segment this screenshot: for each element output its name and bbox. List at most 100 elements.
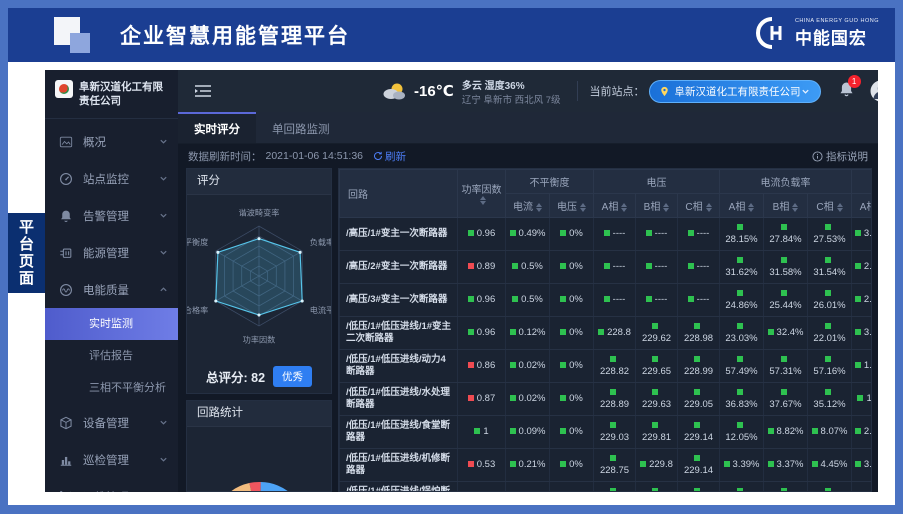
status-dot: [737, 389, 743, 395]
status-dot: [825, 224, 831, 230]
circuit-table-panel: 回路功率因数不平衡度电压电流负载率电流电压A相B相C相A相B相C相A相/高压/1…: [338, 168, 872, 492]
sort-icon[interactable]: [706, 203, 712, 212]
score-grade-badge[interactable]: 优秀: [273, 366, 312, 387]
col-header: 电流: [506, 194, 550, 218]
table-row[interactable]: /低压/1#低压进线/食堂断路器10.09%0%229.03229.81229.…: [340, 416, 873, 449]
status-dot: [855, 461, 861, 467]
col-header: C相: [808, 194, 852, 218]
dashboard: 阜新汉道化工有限责任公司 概况站点监控告警管理能源管理电能质量实时监测评估报告三…: [45, 70, 878, 492]
total-score: 总评分: 82: [206, 367, 265, 386]
sidebar-subitem[interactable]: 评估报告: [45, 340, 178, 372]
status-dot: [646, 230, 652, 236]
sort-icon[interactable]: [536, 203, 542, 212]
status-dot: [694, 488, 700, 492]
station-value: 阜新汉道化工有限责任公司: [675, 84, 801, 99]
status-dot: [781, 257, 787, 263]
sidebar-item-1[interactable]: 站点监控: [45, 160, 178, 197]
sort-icon[interactable]: [621, 203, 627, 212]
status-dot: [694, 323, 700, 329]
sort-icon[interactable]: [837, 203, 843, 212]
brand-name: 中能国宏: [795, 24, 879, 49]
refresh-time-label: 数据刷新时间：: [188, 149, 262, 164]
temperature: -16℃: [414, 82, 454, 100]
status-dot: [560, 362, 566, 368]
brand: CHINA ENERGY GUO HONG 中能国宏: [755, 16, 879, 50]
sidebar-item-6[interactable]: 巡检管理: [45, 441, 178, 478]
status-dot: [857, 395, 863, 401]
tab-0[interactable]: 实时评分: [178, 112, 256, 143]
status-dot: [560, 329, 566, 335]
status-dot: [737, 356, 743, 362]
status-dot: [855, 263, 861, 269]
status-dot: [652, 323, 658, 329]
sort-icon[interactable]: [663, 203, 669, 212]
status-dot: [646, 263, 652, 269]
power-quality-icon: [59, 283, 73, 297]
sidebar-item-7[interactable]: 运维管理: [45, 478, 178, 492]
svg-text:功率因数: 功率因数: [243, 334, 276, 344]
status-dot: [781, 290, 787, 296]
sidebar-item-5[interactable]: 设备管理: [45, 404, 178, 441]
sidebar-submenu: 实时监测评估报告三相不平衡分析: [45, 308, 178, 404]
page-body: 平台页面 阜新汉道化工有限责任公司 概况站点监控告警管理能源管理电能质量实时监测…: [8, 62, 895, 506]
company-block[interactable]: 阜新汉道化工有限责任公司: [45, 70, 178, 119]
chevron-down-icon: [801, 87, 810, 96]
indicator-help-link[interactable]: 指标说明: [812, 149, 868, 164]
brand-logo-icon: [755, 16, 789, 50]
station-select[interactable]: 阜新汉道化工有限责任公司: [649, 80, 821, 103]
col-header: 回路: [340, 170, 458, 218]
table-row[interactable]: /高压/1#变主一次断路器0.960.49%0%------------28.1…: [340, 218, 873, 251]
refresh-button[interactable]: 刷新: [373, 149, 406, 164]
table-row[interactable]: /低压/1#低压进线/动力4断路器0.860.02%0%228.82229.65…: [340, 350, 873, 383]
toolbar: 数据刷新时间： 2021-01-06 14:51:36 刷新 指标说明: [178, 144, 878, 168]
device-icon: [59, 416, 73, 430]
tab-1[interactable]: 单回路监测: [256, 112, 346, 143]
left-column: 评分 谐波畸变率负载率电流平衡功率因数合格率平衡度 总评分: 82 优秀 回路统…: [186, 168, 332, 492]
table-row[interactable]: /低压/1#低压进线/机修断路器0.530.21%0%228.75229.822…: [340, 449, 873, 482]
status-dot: [724, 461, 730, 467]
company-name: 阜新汉道化工有限责任公司: [79, 80, 170, 108]
table-row[interactable]: /低压/1#低压进线/1#变主二次断路器0.960.12%0%228.8229.…: [340, 317, 873, 350]
refresh-icon: [373, 151, 383, 161]
sort-icon[interactable]: [748, 203, 754, 212]
status-dot: [694, 422, 700, 428]
table-row[interactable]: /高压/3#变主一次断路器0.960.5%0%------------24.86…: [340, 284, 873, 317]
sidebar: 阜新汉道化工有限责任公司 概况站点监控告警管理能源管理电能质量实时监测评估报告三…: [45, 70, 178, 492]
sidebar-item-2[interactable]: 告警管理: [45, 197, 178, 234]
divider: [577, 81, 578, 101]
table-row[interactable]: /高压/2#变主一次断路器0.890.5%0%------------31.62…: [340, 251, 873, 284]
user-menu[interactable]: 阜新汉道化工有限责任公司: [870, 80, 878, 102]
table-row[interactable]: /低压/1#低压进线/锅炉断路器0.870.06%0%228.81229.832…: [340, 482, 873, 493]
status-dot: [604, 263, 610, 269]
status-dot: [825, 257, 831, 263]
status-dot: [560, 461, 566, 467]
chevron-down-icon: [159, 137, 168, 146]
sidebar-item-0[interactable]: 概况: [45, 123, 178, 160]
sidebar-fold-icon[interactable]: [194, 84, 212, 98]
notification-bell[interactable]: 1: [839, 81, 854, 102]
status-dot: [825, 323, 831, 329]
sort-icon[interactable]: [792, 203, 798, 212]
company-logo-icon: [55, 80, 73, 98]
sidebar-subitem[interactable]: 三相不平衡分析: [45, 372, 178, 404]
sidebar-item-4[interactable]: 电能质量: [45, 271, 178, 308]
status-dot: [468, 230, 474, 236]
circuit-stats-panel: 回路统计: [186, 400, 332, 492]
status-dot: [510, 329, 516, 335]
status-dot: [855, 296, 861, 302]
status-dot: [694, 389, 700, 395]
status-dot: [610, 455, 616, 461]
table-row[interactable]: /低压/1#低压进线/水处理断路器0.870.02%0%228.89229.63…: [340, 383, 873, 416]
sort-icon[interactable]: [580, 203, 586, 212]
status-dot: [855, 230, 861, 236]
status-dot: [825, 488, 831, 492]
sidebar-item-3[interactable]: 能源管理: [45, 234, 178, 271]
circuit-table: 回路功率因数不平衡度电压电流负载率电流电压A相B相C相A相B相C相A相/高压/1…: [339, 169, 872, 492]
status-dot: [855, 362, 861, 368]
sort-icon[interactable]: [480, 196, 486, 205]
energy-icon: [59, 246, 73, 260]
status-dot: [468, 263, 474, 269]
status-dot: [688, 296, 694, 302]
status-dot: [855, 428, 861, 434]
sidebar-subitem[interactable]: 实时监测: [45, 308, 178, 340]
